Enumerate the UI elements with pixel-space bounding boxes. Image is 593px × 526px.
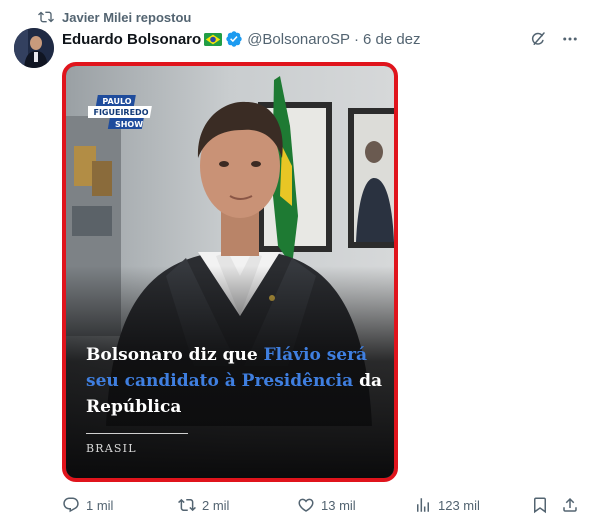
timestamp[interactable]: 6 de dez (363, 31, 421, 48)
repost-icon (38, 11, 54, 23)
grok-icon[interactable] (529, 30, 547, 48)
paulo-figueiredo-show-logo: PAULO FIGUEIREDO SHOW (88, 95, 152, 129)
views-icon (417, 498, 429, 512)
views-button[interactable]: 123 mil (414, 496, 480, 514)
retweet-icon (178, 498, 196, 512)
bookmark-button[interactable] (531, 496, 549, 514)
bookmark-icon (534, 497, 546, 514)
logo-line2: FIGUEIREDO (93, 108, 148, 117)
verified-badge-icon[interactable] (225, 30, 243, 48)
brazil-flag-icon (204, 32, 223, 46)
headline-divider (86, 433, 188, 434)
heart-icon (298, 498, 314, 512)
reply-button[interactable]: 1 mil (62, 496, 113, 514)
logo-line1: PAULO (102, 97, 131, 106)
logo-line3: SHOW (115, 120, 143, 129)
retweet-count: 2 mil (202, 497, 230, 513)
avatar[interactable] (14, 28, 54, 68)
media-image[interactable]: PAULO FIGUEIREDO SHOW Bolsonaro diz que … (62, 62, 398, 482)
retweet-button[interactable]: 2 mil (178, 496, 229, 514)
media-category: BRASIL (86, 442, 137, 455)
repost-text: Javier Milei repostou (62, 9, 192, 25)
tweet-actions: 1 mil 2 mil 13 mil 123 mil (62, 495, 582, 515)
repost-indicator[interactable]: Javier Milei repostou (38, 9, 191, 25)
separator-dot: · (353, 30, 359, 48)
tweet-header: Eduardo Bolsonaro @BolsonaroSP · 6 de de… (62, 29, 579, 49)
headline-part1: Bolsonaro diz que (86, 345, 264, 365)
share-icon (563, 497, 577, 512)
author-handle[interactable]: @BolsonaroSP (247, 31, 350, 48)
media-headline: Bolsonaro diz que Flávio será seu candid… (86, 342, 386, 420)
like-count: 13 mil (321, 497, 356, 513)
reply-count: 1 mil (86, 497, 114, 513)
views-count: 123 mil (438, 497, 480, 513)
like-button[interactable]: 13 mil (297, 496, 356, 514)
reply-icon (63, 497, 79, 513)
more-icon[interactable] (561, 30, 579, 48)
author-name[interactable]: Eduardo Bolsonaro (62, 31, 201, 48)
share-button[interactable] (561, 496, 579, 514)
